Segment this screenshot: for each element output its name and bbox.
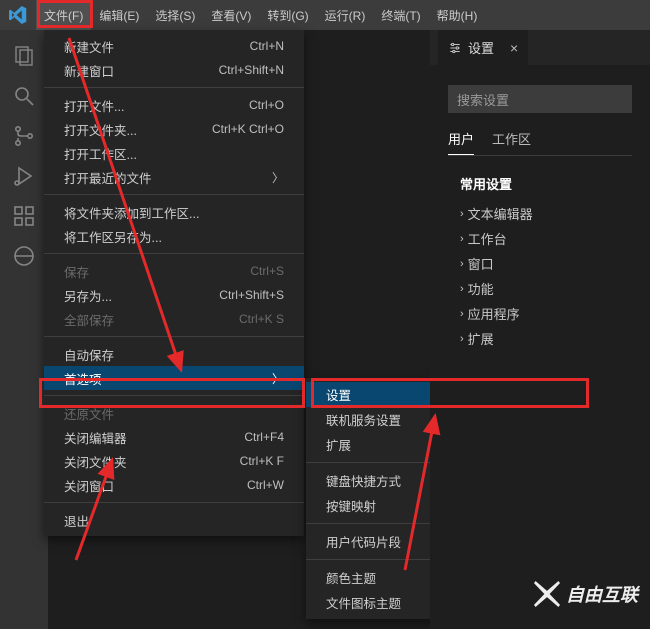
chevron-right-icon: ›	[460, 333, 464, 345]
separator	[44, 194, 304, 195]
toc-window[interactable]: ›窗口	[460, 251, 632, 276]
scope-workspace-tab[interactable]: 工作区	[492, 129, 531, 155]
menu-file[interactable]: 文件(F)	[36, 0, 91, 30]
sliders-icon	[448, 41, 462, 55]
chevron-right-icon: ›	[460, 208, 464, 220]
extensions-icon[interactable]	[12, 204, 36, 228]
explorer-icon[interactable]	[12, 44, 36, 68]
toc-workbench[interactable]: ›工作台	[460, 226, 632, 251]
toc-extensions[interactable]: ›扩展	[460, 326, 632, 351]
menu-bar: 文件(F) 编辑(E) 选择(S) 查看(V) 转到(G) 运行(R) 终端(T…	[0, 0, 650, 30]
file-exit[interactable]: 退出	[44, 508, 304, 532]
file-open-recent[interactable]: 打开最近的文件〉	[44, 165, 304, 189]
file-auto-save[interactable]: 自动保存	[44, 342, 304, 366]
close-icon[interactable]: ×	[510, 40, 518, 56]
file-new-file[interactable]: 新建文件Ctrl+N	[44, 34, 304, 58]
settings-editor: 搜索设置 用户 工作区 常用设置 ›文本编辑器 ›工作台 ›窗口 ›功能 ›应用…	[430, 65, 650, 629]
activity-bar	[0, 30, 48, 629]
separator	[44, 336, 304, 337]
file-close-folder[interactable]: 关闭文件夹Ctrl+K F	[44, 449, 304, 473]
chevron-right-icon: ›	[460, 233, 464, 245]
settings-scope-tabs: 用户 工作区	[448, 129, 632, 156]
menu-go[interactable]: 转到(G)	[259, 0, 316, 30]
toc-text-editor[interactable]: ›文本编辑器	[460, 201, 632, 226]
toc-heading-common[interactable]: 常用设置	[460, 174, 632, 193]
file-save-all[interactable]: 全部保存Ctrl+K S	[44, 307, 304, 331]
source-control-icon[interactable]	[12, 124, 36, 148]
menu-view[interactable]: 查看(V)	[203, 0, 259, 30]
separator	[44, 87, 304, 88]
tab-settings-label: 设置	[468, 38, 494, 57]
file-save-as[interactable]: 另存为...Ctrl+Shift+S	[44, 283, 304, 307]
toc-application[interactable]: ›应用程序	[460, 301, 632, 326]
editor-tabs: 设置 ×	[430, 30, 650, 65]
file-open-workspace[interactable]: 打开工作区...	[44, 141, 304, 165]
chevron-right-icon: 〉	[272, 370, 284, 387]
menu-edit[interactable]: 编辑(E)	[91, 0, 147, 30]
separator	[44, 502, 304, 503]
menu-terminal[interactable]: 终端(T)	[373, 0, 428, 30]
toc-features[interactable]: ›功能	[460, 276, 632, 301]
menu-help[interactable]: 帮助(H)	[429, 0, 486, 30]
tab-settings[interactable]: 设置 ×	[438, 30, 528, 65]
file-new-window[interactable]: 新建窗口Ctrl+Shift+N	[44, 58, 304, 82]
search-icon[interactable]	[12, 84, 36, 108]
chevron-right-icon: 〉	[272, 169, 284, 186]
chevron-right-icon: ›	[460, 308, 464, 320]
file-close-editor[interactable]: 关闭编辑器Ctrl+F4	[44, 425, 304, 449]
menu-selection[interactable]: 选择(S)	[147, 0, 203, 30]
settings-toc: 常用设置 ›文本编辑器 ›工作台 ›窗口 ›功能 ›应用程序 ›扩展	[448, 174, 632, 351]
file-save-ws-as[interactable]: 将工作区另存为...	[44, 224, 304, 248]
separator	[44, 395, 304, 396]
file-preferences[interactable]: 首选项〉	[44, 366, 304, 390]
chevron-right-icon: ›	[460, 283, 464, 295]
vscode-logo-icon	[9, 6, 27, 24]
file-revert[interactable]: 还原文件	[44, 401, 304, 425]
app-logo	[0, 0, 36, 30]
file-close-window[interactable]: 关闭窗口Ctrl+W	[44, 473, 304, 497]
watermark: 自由互联	[534, 581, 638, 607]
run-debug-icon[interactable]	[12, 164, 36, 188]
file-open-folder[interactable]: 打开文件夹...Ctrl+K Ctrl+O	[44, 117, 304, 141]
separator	[44, 253, 304, 254]
file-open-file[interactable]: 打开文件...Ctrl+O	[44, 93, 304, 117]
scope-user-tab[interactable]: 用户	[448, 129, 474, 155]
file-menu-dropdown: 新建文件Ctrl+N 新建窗口Ctrl+Shift+N 打开文件...Ctrl+…	[44, 30, 304, 536]
settings-search-input[interactable]: 搜索设置	[448, 85, 632, 113]
file-add-folder-ws[interactable]: 将文件夹添加到工作区...	[44, 200, 304, 224]
chevron-right-icon: ›	[460, 258, 464, 270]
watermark-x-icon	[534, 581, 560, 607]
file-save[interactable]: 保存Ctrl+S	[44, 259, 304, 283]
menu-run[interactable]: 运行(R)	[317, 0, 374, 30]
remote-icon[interactable]	[12, 244, 36, 268]
